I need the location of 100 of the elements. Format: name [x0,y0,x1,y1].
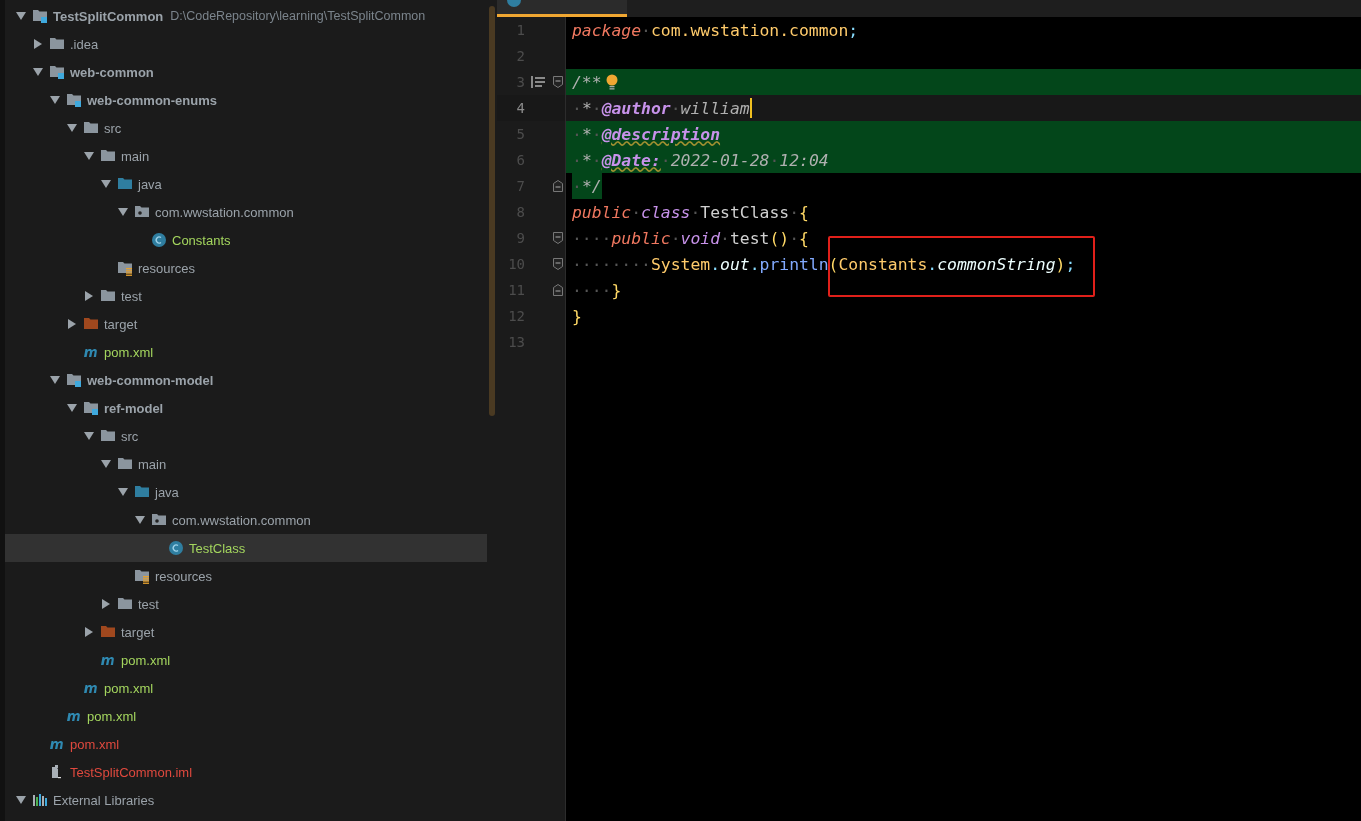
tree-row[interactable]: pom.xml [5,674,487,702]
collapse-arrow-icon[interactable] [33,67,43,77]
collapse-arrow-icon[interactable] [16,11,26,21]
item-label: main [138,456,167,472]
package-icon [134,204,150,220]
code-line: public·class·TestClass·{ [572,202,809,222]
tree-row[interactable]: java [5,478,487,506]
tree-row[interactable]: test [5,590,487,618]
item-label: TestSplitCommon.iml [70,764,193,780]
tree-row[interactable]: main [5,142,487,170]
code-line: ····public·void·test()·{ [572,228,809,248]
module-folder-icon [83,400,99,416]
collapse-arrow-icon[interactable] [118,207,128,217]
tree-row[interactable]: pom.xml [5,338,487,366]
item-label: TestSplitCommon [53,8,164,24]
code-line: ·*·@Date:·2022-01-28·12:04 [572,150,829,170]
item-label: Constants [172,232,231,248]
tree-row[interactable]: target [5,618,487,646]
collapse-arrow-icon[interactable] [101,179,111,189]
item-label: web-common-model [87,372,214,388]
collapse-arrow-icon[interactable] [67,403,77,413]
item-label: src [121,428,139,444]
fold-icon[interactable] [553,284,563,296]
resources-folder-icon [117,260,133,276]
tree-row[interactable]: src [5,114,487,142]
tree-row[interactable]: pom.xml [5,702,487,730]
module-folder-icon [32,8,48,24]
item-label: web-common-enums [87,92,217,108]
fold-icon[interactable] [553,180,563,192]
item-label: ref-model [104,400,164,416]
tree-row[interactable]: External Libraries [5,786,487,814]
tree-row[interactable]: test [5,282,487,310]
item-label: target [104,316,138,332]
tree-row[interactable]: web-common-model [5,366,487,394]
tree-row[interactable]: pom.xml [5,646,487,674]
collapse-arrow-icon[interactable] [16,795,26,805]
editor-tab[interactable] [497,0,627,17]
expand-arrow-icon[interactable] [33,39,43,49]
lightbulb-icon[interactable] [605,74,618,90]
tree-row[interactable]: .idea [5,30,487,58]
tree-row[interactable]: ref-model [5,394,487,422]
fold-icon[interactable] [553,232,563,244]
tree-row[interactable]: target [5,310,487,338]
folder-icon [100,288,116,304]
resources-folder-icon [134,568,150,584]
module-folder-icon [66,372,82,388]
tree-row[interactable]: resources [5,254,487,282]
tree-row[interactable]: Constants [5,226,487,254]
expand-arrow-icon[interactable] [84,291,94,301]
class-icon [151,232,167,248]
collapse-arrow-icon[interactable] [84,431,94,441]
code-line: /** [572,72,602,92]
item-label: .idea [70,36,99,52]
item-label: resources [155,568,213,584]
expand-arrow-icon[interactable] [67,319,77,329]
item-label: target [121,624,155,640]
libraries-icon [32,792,48,808]
collapse-arrow-icon[interactable] [67,123,77,133]
collapse-arrow-icon[interactable] [84,151,94,161]
tree-row[interactable]: pom.xml [5,730,487,758]
tree-row[interactable]: com.wwstation.common [5,506,487,534]
tree-row[interactable]: resources [5,562,487,590]
collapse-arrow-icon[interactable] [118,487,128,497]
tree-row[interactable]: com.wwstation.common [5,198,487,226]
collapse-arrow-icon[interactable] [101,459,111,469]
tree-row[interactable]: web-common [5,58,487,86]
item-label: TestClass [189,540,246,556]
collapse-arrow-icon[interactable] [135,515,145,525]
expand-arrow-icon[interactable] [101,599,111,609]
item-label: External Libraries [53,792,155,808]
code-line: } [572,306,582,326]
source-folder-icon [134,484,150,500]
expand-arrow-icon[interactable] [84,627,94,637]
tree-row[interactable]: TestClass [5,534,487,562]
tree-row[interactable]: java [5,170,487,198]
tree-row[interactable]: TestSplitCommon D:\CodeRepository\learning\TestSplitCommon [5,2,487,30]
item-label: test [121,288,142,304]
class-icon [507,0,521,8]
tree-row[interactable]: TestSplitCommon.iml [5,758,487,786]
item-label: web-common [70,64,154,80]
collapse-arrow-icon[interactable] [50,375,60,385]
folder-icon [100,428,116,444]
item-label: main [121,148,150,164]
folder-icon [117,456,133,472]
item-label: com.wwstation.common [155,204,294,220]
folder-icon [100,148,116,164]
folder-icon [83,316,99,332]
project-path: D:\CodeRepository\learning\TestSplitCommon [170,9,426,23]
tree-row[interactable]: src [5,422,487,450]
tree-row[interactable]: main [5,450,487,478]
collapse-arrow-icon[interactable] [50,95,60,105]
scrollbar[interactable] [489,6,495,416]
item-label: src [104,120,122,136]
item-label: java [155,484,179,500]
folder-icon [117,596,133,612]
fold-icon[interactable] [553,76,563,88]
item-label: pom.xml [87,708,137,724]
module-folder-icon [49,64,65,80]
tree-row[interactable]: web-common-enums [5,86,487,114]
fold-icon[interactable] [553,258,563,270]
